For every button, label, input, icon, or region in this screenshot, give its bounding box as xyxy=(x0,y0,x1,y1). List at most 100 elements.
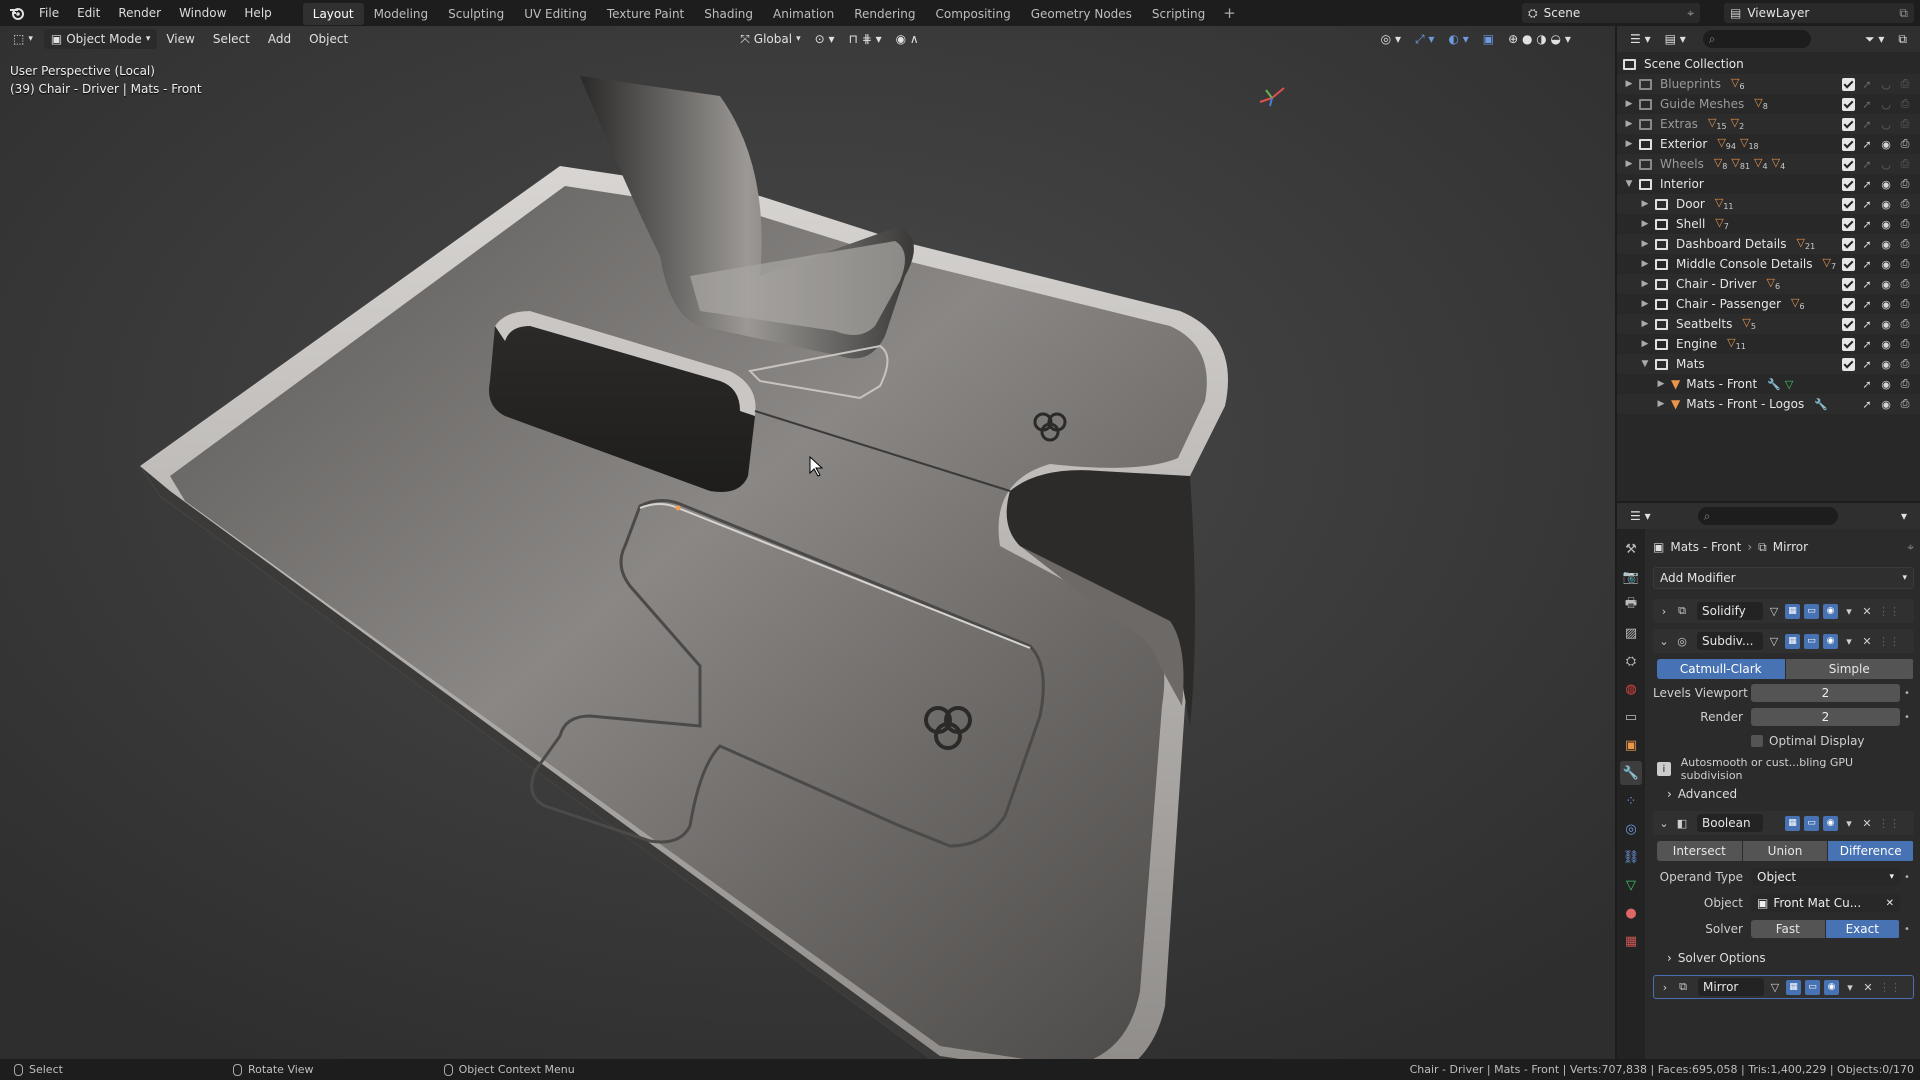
chevron-right-icon[interactable]: › xyxy=(1657,605,1671,618)
tab-animation[interactable]: Animation xyxy=(763,3,844,25)
chevron-right-icon[interactable]: ▶ xyxy=(1639,319,1651,329)
chevron-down-icon[interactable]: ▾ xyxy=(1894,506,1914,526)
chevron-right-icon[interactable]: ▶ xyxy=(1623,119,1635,129)
overlay-toggle-icon[interactable]: ◐ ▾ xyxy=(1441,29,1475,49)
eye-icon[interactable]: ◉ xyxy=(1879,378,1893,391)
camera-icon[interactable]: ⎙ xyxy=(1898,357,1912,371)
view-layer-selector[interactable]: ▤ ViewLayer ⧉ xyxy=(1724,3,1914,23)
difference-button[interactable]: Difference xyxy=(1828,841,1914,861)
outliner-object-row[interactable]: ▶ ▼ Mats - Front - Logos 🔧 ➚ ◉ ⎙ xyxy=(1617,394,1920,414)
eye-icon[interactable]: ◉ xyxy=(1879,298,1893,311)
eye-icon[interactable]: ◉ xyxy=(1879,338,1893,351)
outliner-collection-row[interactable]: ▶ Chair - Passenger ▽6 ➚ ◉ ⎙ xyxy=(1617,294,1920,314)
tab-shading[interactable]: Shading xyxy=(694,3,763,25)
selectable-arrow-icon[interactable]: ➚ xyxy=(1860,198,1874,211)
selectable-arrow-icon[interactable]: ➚ xyxy=(1860,358,1874,371)
camera-icon[interactable]: ⎙ xyxy=(1898,157,1912,171)
selectable-arrow-icon[interactable]: ➚ xyxy=(1860,138,1874,151)
eye-icon[interactable]: ◉ xyxy=(1879,198,1893,211)
exclude-checkbox[interactable] xyxy=(1842,177,1855,191)
selectable-arrow-icon[interactable]: ➚ xyxy=(1860,318,1874,331)
modifier-wrench-icon[interactable]: 🔧 xyxy=(1767,378,1781,391)
eye-icon[interactable]: ◉ xyxy=(1879,278,1893,291)
object-picker[interactable]: ▣ Front Mat Cu... ✕ xyxy=(1751,894,1900,912)
selectable-arrow-icon[interactable]: ➚ xyxy=(1860,158,1874,171)
eye-icon[interactable]: ◉ xyxy=(1879,178,1893,191)
modifier-name-field[interactable]: Subdiv... xyxy=(1697,632,1763,650)
viewport-toggle-icon[interactable]: ▭ xyxy=(1804,815,1819,831)
scene-tab-icon[interactable]: ⛭ xyxy=(1620,649,1642,673)
chevron-down-icon[interactable]: ⌄ xyxy=(1657,817,1671,830)
viewport-toggle-icon[interactable]: ▭ xyxy=(1805,979,1820,995)
add-modifier-button[interactable]: Add Modifier ▾ xyxy=(1653,567,1914,589)
outliner-editor-type-icon[interactable]: ☰ ▾ xyxy=(1623,29,1658,49)
selectable-arrow-icon[interactable]: ➚ xyxy=(1860,278,1874,291)
texture-tab-icon[interactable]: ▦ xyxy=(1620,929,1642,953)
camera-icon[interactable]: ⎙ xyxy=(1898,197,1912,211)
close-icon[interactable]: ✕ xyxy=(1860,635,1874,648)
menu-file[interactable]: File xyxy=(30,0,68,26)
camera-icon[interactable]: ⎙ xyxy=(1898,77,1912,91)
mesh-count-badge[interactable]: ▽5 xyxy=(1742,316,1756,331)
modifier-mirror[interactable]: › ⧉ Mirror ▽ ▦ ▭ ◉ ▾ ✕ ⋮⋮ xyxy=(1653,975,1914,999)
chevron-down-icon[interactable]: ▾ xyxy=(1842,605,1856,618)
chevron-right-icon[interactable]: ▶ xyxy=(1655,399,1667,409)
3d-viewport[interactable]: ⬚ ▾ ▣ Object Mode ▾ View Select Add Objec… xyxy=(0,26,1615,1059)
outliner-search-input[interactable]: ⌕ xyxy=(1702,30,1811,48)
viewport-menu-add[interactable]: Add xyxy=(259,32,300,46)
camera-icon[interactable]: ⎙ xyxy=(1898,257,1912,271)
camera-icon[interactable]: ⎙ xyxy=(1898,397,1912,411)
close-icon[interactable]: ✕ xyxy=(1860,817,1874,830)
drag-handle-icon[interactable]: ⋮⋮ xyxy=(1878,817,1900,830)
modifier-name-field[interactable]: Mirror xyxy=(1698,978,1764,996)
render-toggle-icon[interactable]: ◉ xyxy=(1823,603,1838,619)
exclude-checkbox[interactable] xyxy=(1842,97,1855,111)
viewport-menu-select[interactable]: Select xyxy=(204,32,259,46)
exclude-checkbox[interactable] xyxy=(1842,257,1855,271)
tab-rendering[interactable]: Rendering xyxy=(844,3,925,25)
snap-icon[interactable]: ⊓ ⋕ ▾ xyxy=(842,29,889,49)
data-tab-icon[interactable]: ▽ xyxy=(1620,873,1642,897)
camera-icon[interactable]: ⎙ xyxy=(1898,277,1912,291)
keyframe-dot-icon[interactable]: • xyxy=(1900,924,1914,935)
outliner-object-row[interactable]: ▶ ▼ Mats - Front 🔧 ▽ ➚ ◉ ⎙ xyxy=(1617,374,1920,394)
editor-type-button[interactable]: ⬚ ▾ xyxy=(6,29,40,49)
render-tab-icon[interactable]: 📷 xyxy=(1620,565,1642,589)
camera-icon[interactable]: ⎙ xyxy=(1898,217,1912,231)
simple-button[interactable]: Simple xyxy=(1785,659,1914,679)
chevron-right-icon[interactable]: ▶ xyxy=(1623,139,1635,149)
selectable-arrow-icon[interactable]: ➚ xyxy=(1860,78,1874,91)
outliner-collection-row[interactable]: ▶ Blueprints ▽6 ➚ ◡ ⎙ xyxy=(1617,74,1920,94)
chevron-right-icon[interactable]: ▶ xyxy=(1639,259,1651,269)
selectable-arrow-icon[interactable]: ➚ xyxy=(1860,338,1874,351)
selectable-arrow-icon[interactable]: ➚ xyxy=(1860,258,1874,271)
edit-mode-toggle-icon[interactable]: ▦ xyxy=(1785,815,1800,831)
modifier-name-field[interactable]: Solidify xyxy=(1697,602,1763,620)
keyframe-dot-icon[interactable]: • xyxy=(1900,688,1914,699)
edit-mode-toggle-icon[interactable]: ▽ xyxy=(1767,635,1781,648)
eye-closed-icon[interactable]: ◡ xyxy=(1879,118,1893,131)
exact-solver-button[interactable]: Exact xyxy=(1825,920,1900,938)
selectable-arrow-icon[interactable]: ➚ xyxy=(1860,298,1874,311)
outliner-collection-row[interactable]: ▶ Chair - Driver ▽6 ➚ ◉ ⎙ xyxy=(1617,274,1920,294)
pivot-point-button[interactable]: ⊙ ▾ xyxy=(808,29,842,49)
viewport-toggle-icon[interactable]: ▭ xyxy=(1804,603,1819,619)
chevron-down-icon[interactable]: ▼ xyxy=(1639,359,1651,369)
eye-icon[interactable]: ◉ xyxy=(1879,138,1893,151)
menu-help[interactable]: Help xyxy=(235,0,280,26)
object-tab-icon[interactable]: ▣ xyxy=(1620,733,1642,757)
menu-window[interactable]: Window xyxy=(170,0,235,26)
render-toggle-icon[interactable]: ◉ xyxy=(1823,633,1838,649)
chevron-right-icon[interactable]: ▶ xyxy=(1639,339,1651,349)
drag-handle-icon[interactable]: ⋮⋮ xyxy=(1879,981,1901,994)
chevron-down-icon[interactable]: ⌄ xyxy=(1657,635,1671,648)
filter-icon[interactable]: ⏷ ▾ xyxy=(1858,29,1891,49)
union-button[interactable]: Union xyxy=(1742,841,1829,861)
selectable-arrow-icon[interactable]: ➚ xyxy=(1860,178,1874,191)
chevron-right-icon[interactable]: › xyxy=(1658,981,1672,994)
eye-icon[interactable]: ◉ xyxy=(1879,258,1893,271)
modifier-subdivision[interactable]: ⌄ ◎ Subdiv... ▽ ▦ ▭ ◉ ▾ ✕ ⋮⋮ xyxy=(1653,629,1914,653)
eye-icon[interactable]: ◉ xyxy=(1879,398,1893,411)
output-tab-icon[interactable]: 🖶 xyxy=(1620,593,1642,617)
drag-handle-icon[interactable]: ⋮⋮ xyxy=(1878,635,1900,648)
